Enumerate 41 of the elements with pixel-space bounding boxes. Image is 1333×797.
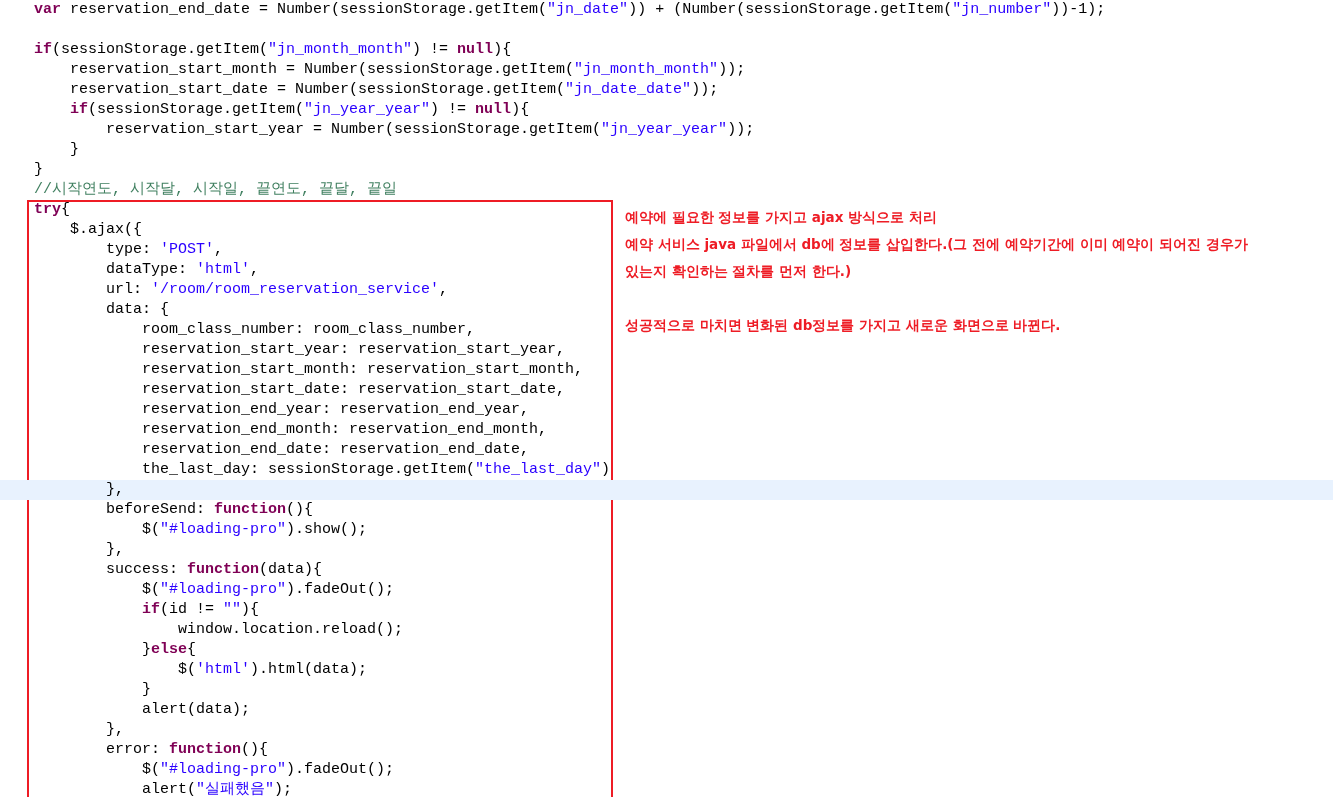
code-line: $.ajax({ bbox=[69, 220, 144, 240]
code-line: reservation_start_month = Number(sessionStorage.getItem("jn_month_month")); bbox=[69, 60, 747, 80]
code-line: the_last_day: sessionStorage.getItem("the_last_day") bbox=[141, 460, 612, 480]
code-line: $("#loading-pro").fadeOut(); bbox=[141, 580, 396, 600]
code-line: reservation_start_year = Number(sessionStorage.getItem("jn_year_year")); bbox=[105, 120, 756, 140]
code-line: success: function(data){ bbox=[105, 560, 324, 580]
code-line: reservation_start_date: reservation_start_date, bbox=[141, 380, 567, 400]
code-line: reservation_end_date: reservation_end_date, bbox=[141, 440, 531, 460]
annotation-text: 예약 서비스 java 파일에서 db에 정보를 삽입한다.(그 전에 예약기간에 이미 예약이 되어진 경우가 있는지 확인하는 절차를 먼저 한다.) bbox=[625, 235, 1249, 281]
annotation-text: 성공적으로 마치면 변화된 db정보를 가지고 새로운 화면으로 바뀐다. bbox=[625, 316, 1062, 335]
code-line: } bbox=[69, 140, 80, 160]
code-line: data: { bbox=[105, 300, 171, 320]
code-line: $("#loading-pro").show(); bbox=[141, 520, 369, 540]
code-line: reservation_start_month: reservation_start_month, bbox=[141, 360, 585, 380]
code-line: alert(data); bbox=[141, 700, 252, 720]
code-line: }else{ bbox=[141, 640, 198, 660]
code-line: } bbox=[141, 680, 153, 700]
code-line: if(sessionStorage.getItem("jn_year_year") != null){ bbox=[69, 100, 531, 120]
code-line: }, bbox=[105, 540, 125, 560]
code-line: //시작연도, 시작달, 시작일, 끝연도, 끝달, 끝일 bbox=[33, 180, 399, 200]
code-line: try{ bbox=[33, 200, 72, 220]
code-line: type: 'POST', bbox=[105, 240, 225, 260]
code-line: reservation_start_date = Number(sessionStorage.getItem("jn_date_date")); bbox=[69, 80, 720, 100]
code-line: }, bbox=[105, 720, 125, 740]
code-line: reservation_end_year: reservation_end_year, bbox=[141, 400, 531, 420]
code-line: alert("실패했음"); bbox=[141, 780, 294, 797]
code-line: error: function(){ bbox=[105, 740, 270, 760]
code-line: reservation_start_year: reservation_start_year, bbox=[141, 340, 567, 360]
annotation-text: 예약에 필요한 정보를 가지고 ajax 방식으로 처리 bbox=[625, 208, 938, 227]
code-line: $("#loading-pro").fadeOut(); bbox=[141, 760, 396, 780]
code-line: room_class_number: room_class_number, bbox=[141, 320, 477, 340]
code-line: } bbox=[33, 160, 44, 180]
code-line: url: '/room/room_reservation_service', bbox=[105, 280, 450, 300]
code-line: reservation_end_month: reservation_end_month, bbox=[141, 420, 549, 440]
code-line: window.location.reload(); bbox=[177, 620, 405, 640]
code-line: if(id != ""){ bbox=[141, 600, 261, 620]
code-line: beforeSend: function(){ bbox=[105, 500, 315, 520]
code-line: if(sessionStorage.getItem("jn_month_month") != null){ bbox=[33, 40, 513, 60]
code-line: dataType: 'html', bbox=[105, 260, 261, 280]
code-line: $('html').html(data); bbox=[177, 660, 369, 680]
code-line: var reservation_end_date = Number(sessionStorage.getItem("jn_date")) + (Number(sessionStorage.getItem("jn_number"))-1); bbox=[33, 0, 1107, 20]
